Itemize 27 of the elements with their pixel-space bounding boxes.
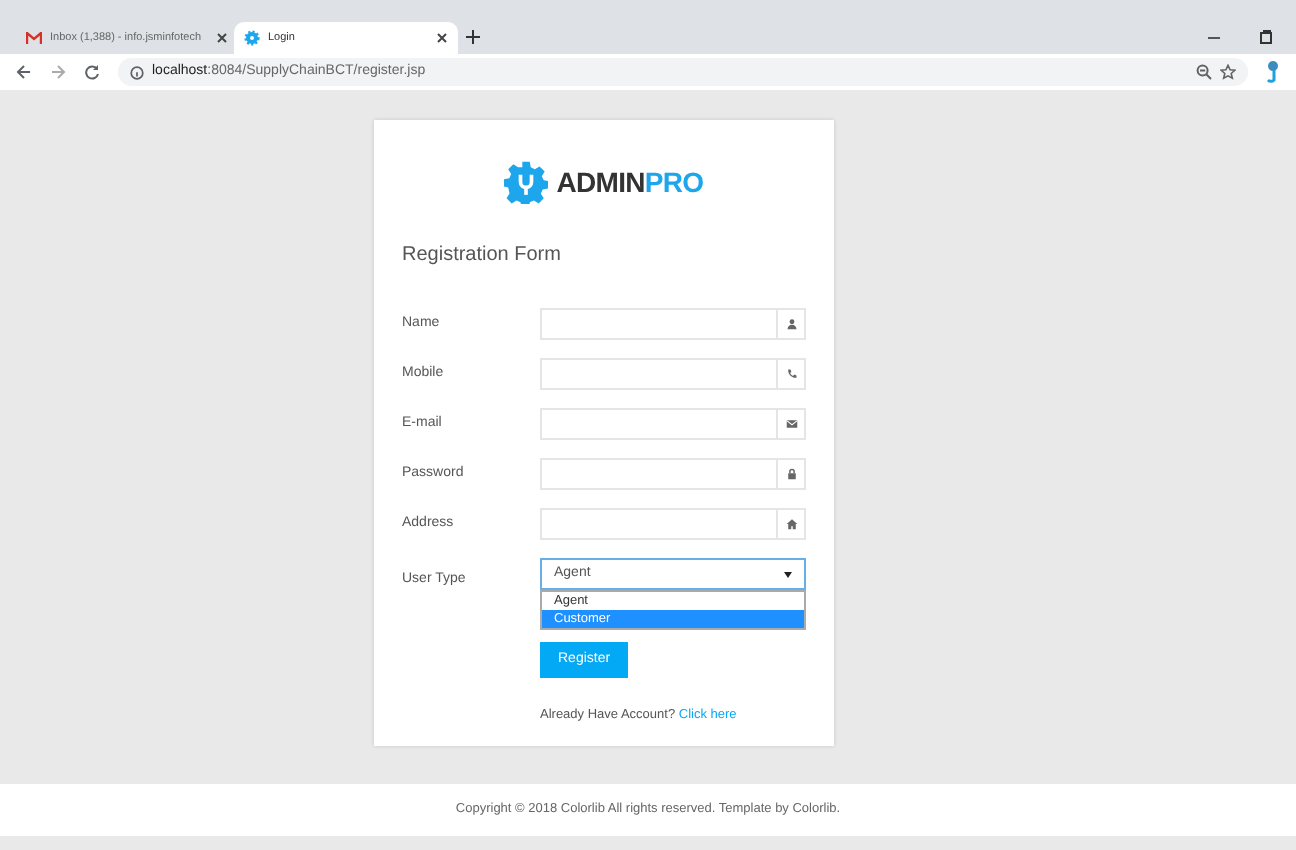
reload-icon[interactable] xyxy=(84,64,100,80)
mail-icon xyxy=(26,32,42,44)
input-field[interactable] xyxy=(540,358,806,390)
gear-icon xyxy=(244,30,260,46)
dropdown-arrow-icon xyxy=(784,571,792,577)
restore-icon[interactable] xyxy=(1260,30,1272,44)
minimize-icon[interactable] xyxy=(1208,36,1220,40)
form-title: Registration Form xyxy=(402,242,563,270)
back-icon[interactable] xyxy=(16,64,32,80)
input-field[interactable] xyxy=(540,458,806,490)
gear-icon xyxy=(504,160,549,204)
user-icon xyxy=(785,318,797,330)
info-icon[interactable] xyxy=(130,65,144,79)
new-tab-icon[interactable] xyxy=(466,30,480,44)
input-field[interactable] xyxy=(540,408,806,440)
lock-icon xyxy=(785,468,797,480)
close-icon[interactable] xyxy=(216,32,228,44)
extension-icon[interactable] xyxy=(1266,60,1280,84)
input-field[interactable] xyxy=(540,508,806,540)
home-icon xyxy=(785,518,797,530)
mail-icon xyxy=(785,418,797,430)
close-icon[interactable] xyxy=(436,32,448,44)
phone-icon xyxy=(785,368,797,380)
zoom-icon[interactable] xyxy=(1196,64,1212,80)
input-field[interactable] xyxy=(540,308,806,340)
star-icon[interactable] xyxy=(1220,64,1236,80)
logo-text: ADMINPRO xyxy=(556,163,704,201)
